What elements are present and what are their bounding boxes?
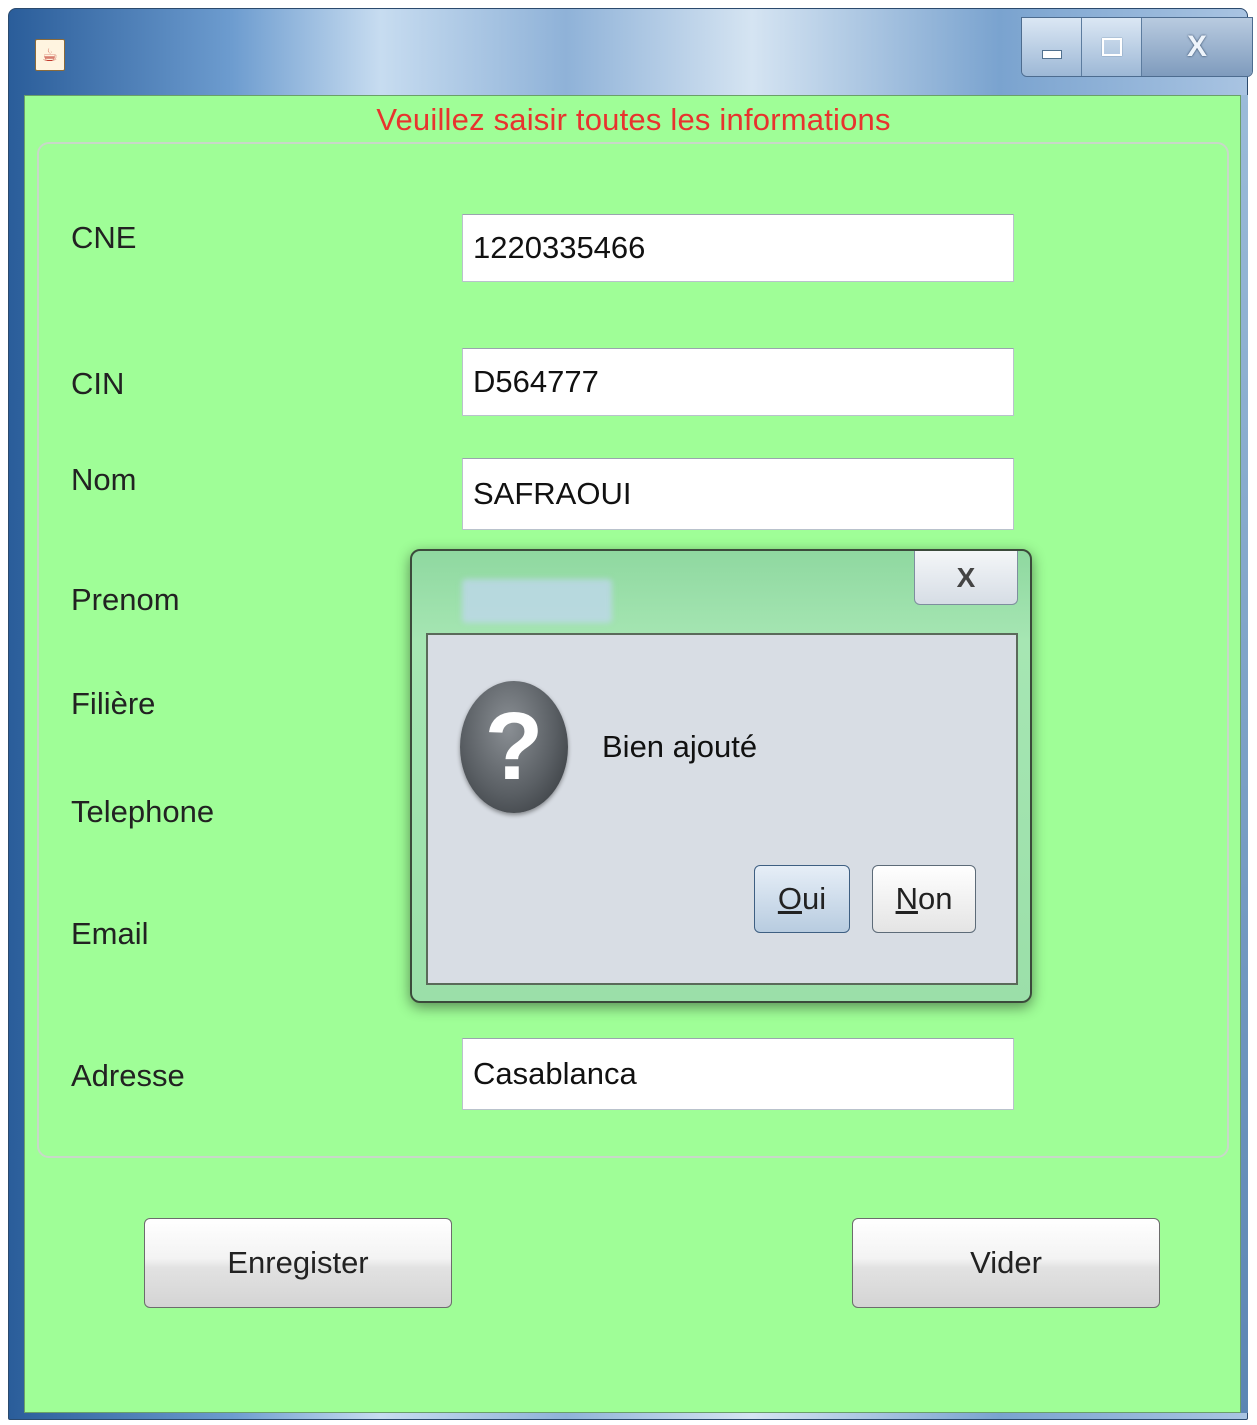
dialog-close-button[interactable]: X [914,551,1018,605]
no-mnemonic: N [895,881,918,916]
yes-mnemonic: O [777,881,802,916]
label-telephone: Telephone [71,794,215,829]
confirm-dialog: X ? Bien ajouté Oui Non [410,549,1032,1003]
cin-input[interactable]: D564777 [462,348,1014,416]
no-label-rest: on [917,881,953,916]
dialog-message: Bien ajouté [602,729,758,764]
label-prenom: Prenom [71,582,180,617]
minimize-icon [1041,49,1062,59]
question-icon: ? [460,681,568,813]
adresse-input[interactable]: Casablanca [462,1038,1014,1110]
close-icon: X [956,561,976,593]
maximize-icon [1101,38,1122,56]
label-nom: Nom [71,462,137,497]
label-filiere: Filière [71,686,156,721]
label-adresse: Adresse [71,1058,185,1093]
label-cne: CNE [71,220,137,255]
dialog-body: ? Bien ajouté Oui Non [426,633,1018,985]
no-button[interactable]: Non [872,865,976,933]
clear-button[interactable]: Vider [852,1218,1160,1308]
cne-input[interactable]: 1220335466 [462,214,1014,282]
yes-label-rest: ui [801,881,827,916]
form-heading: Veuillez saisir toutes les informations [376,102,891,137]
window-frame-edge [1241,95,1248,1413]
label-email: Email [71,916,149,951]
nom-input[interactable]: SAFRAOUI [462,458,1014,530]
yes-button[interactable]: Oui [754,865,850,933]
close-icon: X [1186,30,1207,63]
label-cin: CIN [71,366,125,401]
minimize-button[interactable] [1022,18,1082,76]
dialog-title [462,579,612,623]
save-button[interactable]: Enregister [144,1218,452,1308]
close-button[interactable]: X [1142,18,1252,76]
maximize-button[interactable] [1082,18,1142,76]
window-controls: X [1021,17,1253,77]
java-coffee-icon[interactable]: ☕ [35,39,65,71]
